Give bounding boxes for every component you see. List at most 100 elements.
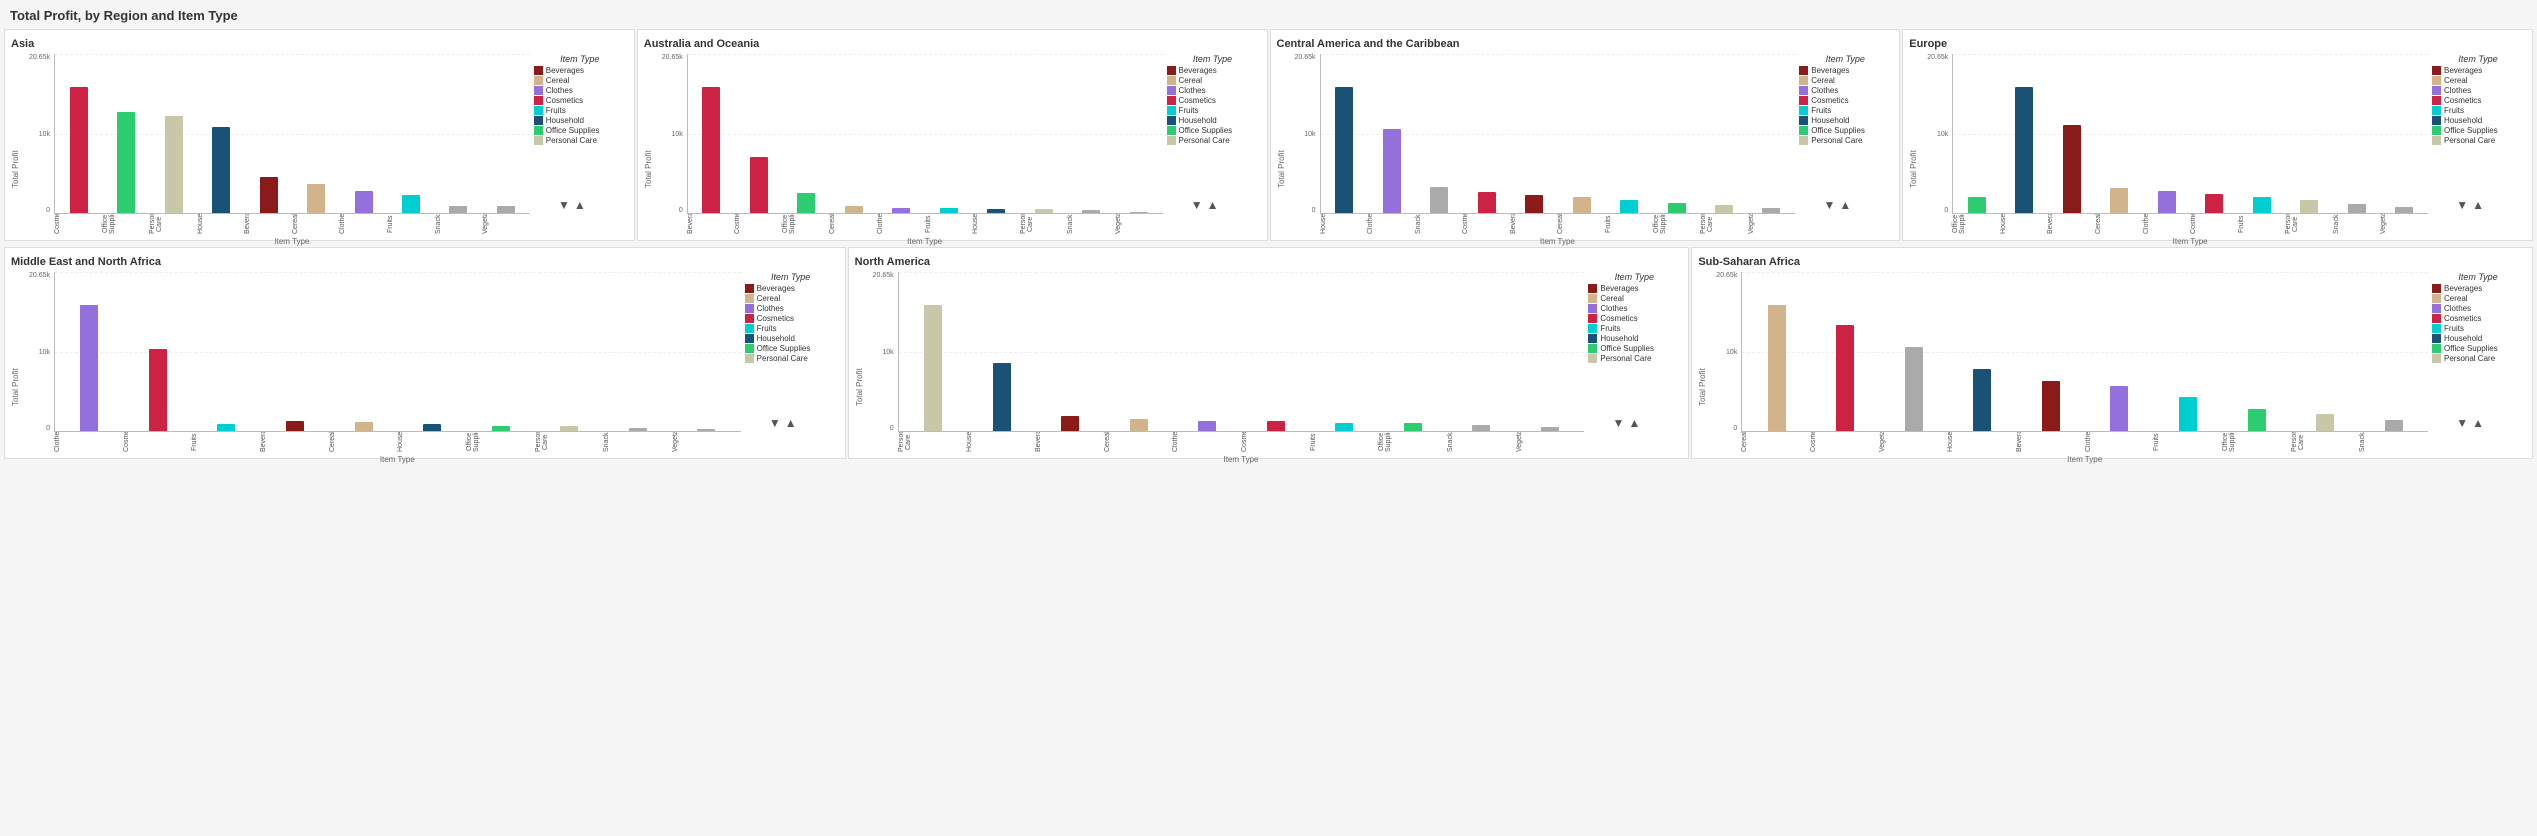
sort-ascending-button[interactable]: ▲ [1839,198,1851,212]
bar-clothes[interactable] [80,305,98,431]
bar-personal-care[interactable] [924,305,942,431]
bar-vegetables[interactable] [697,429,715,431]
bar-cereal[interactable] [307,184,325,213]
bar-beverages[interactable] [260,177,278,213]
bar-fruits[interactable] [1335,423,1353,431]
bar-beverages[interactable] [1061,416,1079,432]
bar-personal-care[interactable] [1715,205,1733,213]
sort-ascending-button[interactable]: ▲ [1207,198,1219,212]
bar-personal-care[interactable] [2300,200,2318,213]
sort-descending-button[interactable]: ▼ [769,416,781,430]
bar-vegetables[interactable] [1541,427,1559,431]
bar-vegetables[interactable] [1130,212,1148,213]
bar-clothes[interactable] [355,191,373,213]
bar-household[interactable] [423,424,441,431]
x-axis-labels: CerealCosmeticsVegetablesHouseholdBevera… [1741,432,2428,452]
bar-snacks[interactable] [2348,204,2366,213]
bar-household[interactable] [2015,87,2033,213]
bar-personal-care[interactable] [1035,209,1053,213]
bar-snacks[interactable] [1472,425,1490,431]
sort-ascending-button[interactable]: ▲ [2472,198,2484,212]
bar-cosmetics[interactable] [149,349,167,431]
bar-vegetables[interactable] [1905,347,1923,431]
bar-household[interactable] [993,363,1011,431]
sort-ascending-button[interactable]: ▲ [1628,416,1640,430]
bar-beverages[interactable] [2063,125,2081,213]
bar-office-supplies[interactable] [797,193,815,213]
bar-fruits[interactable] [1620,200,1638,213]
x-label: Vegetables [1115,214,1163,234]
bar-cosmetics[interactable] [70,87,88,213]
bar-clothes[interactable] [1383,129,1401,213]
x-label: Cereal [1104,432,1173,452]
sort-ascending-button[interactable]: ▲ [574,198,586,212]
sort-descending-button[interactable]: ▼ [1823,198,1835,212]
sort-ascending-button[interactable]: ▲ [2472,416,2484,430]
x-label: Vegetables [1879,432,1948,452]
bar-personal-care[interactable] [165,116,183,213]
bar-office-supplies[interactable] [492,426,510,431]
legend-color-swatch [745,314,754,323]
bar-household[interactable] [1973,369,1991,431]
bar-beverages[interactable] [2042,381,2060,431]
bar-cosmetics[interactable] [2205,194,2223,213]
bar-cereal[interactable] [355,422,373,431]
bar-office-supplies[interactable] [1404,423,1422,431]
bar-personal-care[interactable] [2316,414,2334,431]
legend-item-label: Cereal [2444,76,2468,85]
bar-cereal[interactable] [1768,305,1786,431]
bar-snacks[interactable] [1430,187,1448,213]
bar-snacks[interactable] [1082,210,1100,213]
bar-cosmetics[interactable] [1267,421,1285,431]
bar-fruits[interactable] [940,208,958,213]
bar-beverages[interactable] [702,87,720,213]
bar-cosmetics[interactable] [750,157,768,213]
bar-clothes[interactable] [1198,421,1216,431]
bar-fruits[interactable] [217,424,235,431]
sort-descending-button[interactable]: ▼ [2456,416,2468,430]
bar-clothes[interactable] [2110,386,2128,431]
bar-vegetables[interactable] [2395,207,2413,213]
bars-container [1952,54,2428,214]
bar-fruits[interactable] [402,195,420,213]
legend-item: Beverages [2432,284,2524,293]
sort-ascending-button[interactable]: ▲ [785,416,797,430]
bar-clothes[interactable] [892,208,910,213]
bar-cereal[interactable] [1573,197,1591,213]
bar-cereal[interactable] [845,206,863,213]
x-label: Snacks [1415,214,1463,234]
bar-fruits[interactable] [2179,397,2197,431]
bar-clothes[interactable] [2158,191,2176,213]
bar-office-supplies[interactable] [1968,197,1986,213]
bar-household[interactable] [212,127,230,213]
bar-snacks[interactable] [2385,420,2403,431]
bar-office-supplies[interactable] [117,112,135,213]
bar-office-supplies[interactable] [1668,203,1686,214]
bar-cereal[interactable] [2110,188,2128,213]
bar-household[interactable] [987,209,1005,213]
bar-snacks[interactable] [449,206,467,213]
bar-vegetables[interactable] [497,206,515,213]
bar-cosmetics[interactable] [1836,325,1854,431]
legend-title: Item Type [534,54,626,64]
sort-descending-button[interactable]: ▼ [2456,198,2468,212]
bar-household[interactable] [1335,87,1353,213]
sort-descending-button[interactable]: ▼ [1613,416,1625,430]
bar-personal-care[interactable] [560,426,578,431]
x-label: Fruits [2153,432,2222,452]
x-label: Household [2000,214,2048,234]
legend-color-swatch [2432,126,2441,135]
bar-vegetables[interactable] [1762,208,1780,213]
bar-fruits[interactable] [2253,197,2271,213]
bar-cosmetics[interactable] [1478,192,1496,213]
legend-item: Cereal [1799,76,1891,85]
bar-beverages[interactable] [286,421,304,432]
sort-descending-button[interactable]: ▼ [1191,198,1203,212]
bar-office-supplies[interactable] [2248,409,2266,431]
bar-cereal[interactable] [1130,419,1148,431]
sort-descending-button[interactable]: ▼ [558,198,570,212]
bar-beverages[interactable] [1525,195,1543,213]
x-label: Household [966,432,1035,452]
legend-item: Cosmetics [534,96,626,105]
bar-snacks[interactable] [629,428,647,432]
